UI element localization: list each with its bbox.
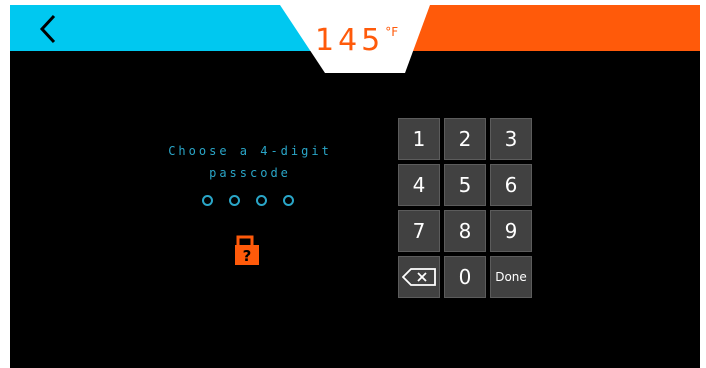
key-0[interactable]: 0 xyxy=(444,256,486,298)
key-2[interactable]: 2 xyxy=(444,118,486,160)
svg-text:?: ? xyxy=(243,247,252,265)
passcode-dots xyxy=(202,195,294,206)
device-screen: 145 °F Choose a 4-digit passcode ? 1 2 3… xyxy=(10,5,700,368)
prompt-line-1: Choose a 4-digit xyxy=(168,144,332,158)
key-7[interactable]: 7 xyxy=(398,210,440,252)
key-4[interactable]: 4 xyxy=(398,164,440,206)
key-3[interactable]: 3 xyxy=(490,118,532,160)
numeric-keypad: 1 2 3 4 5 6 7 8 9 0 Done xyxy=(398,118,532,298)
done-button[interactable]: Done xyxy=(490,256,532,298)
key-5[interactable]: 5 xyxy=(444,164,486,206)
chevron-left-icon xyxy=(39,14,56,44)
backspace-button[interactable] xyxy=(398,256,440,298)
passcode-dot xyxy=(283,195,294,206)
prompt-line-2: passcode xyxy=(209,166,291,180)
passcode-dot xyxy=(256,195,267,206)
key-1[interactable]: 1 xyxy=(398,118,440,160)
passcode-dot xyxy=(229,195,240,206)
key-8[interactable]: 8 xyxy=(444,210,486,252)
key-6[interactable]: 6 xyxy=(490,164,532,206)
lock-question-icon: ? xyxy=(235,235,259,265)
temperature-value: 145 xyxy=(315,23,385,58)
temperature-unit: °F xyxy=(385,25,399,39)
key-9[interactable]: 9 xyxy=(490,210,532,252)
passcode-dot xyxy=(202,195,213,206)
temperature-readout: 145 °F xyxy=(315,21,398,61)
header-bar-right xyxy=(410,5,700,51)
passcode-prompt: Choose a 4-digit passcode xyxy=(160,140,340,184)
back-button[interactable] xyxy=(28,9,68,49)
backspace-icon xyxy=(402,268,436,286)
